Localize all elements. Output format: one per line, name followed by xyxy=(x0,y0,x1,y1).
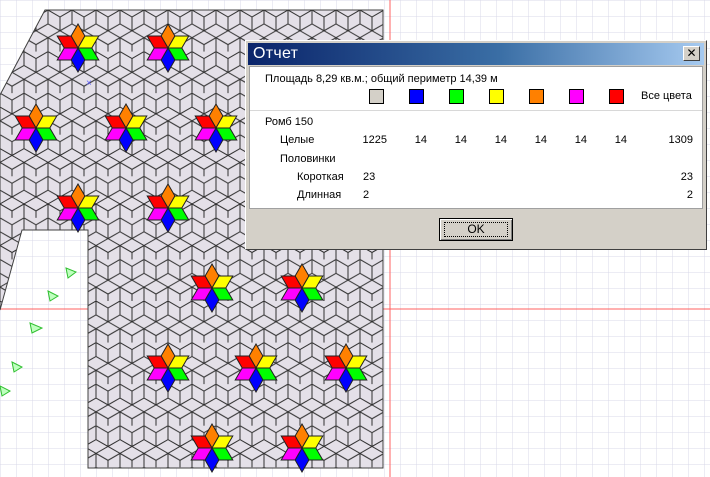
swatch-green xyxy=(449,89,464,104)
whole-value: 14 xyxy=(574,134,587,146)
tile-name: Ромб 150 xyxy=(265,116,314,128)
swatch-blue xyxy=(409,89,424,104)
whole-label: Целые xyxy=(280,134,315,146)
short-total: 23 xyxy=(680,171,693,183)
whole-value: 1225 xyxy=(362,134,387,146)
dialog-title: Отчет xyxy=(253,45,299,62)
report-panel: Площадь 8,29 кв.м.; общий периметр 14,39… xyxy=(249,66,703,209)
long-value: 2 xyxy=(363,189,370,201)
swatch-magenta xyxy=(569,89,584,104)
ok-button[interactable]: OK xyxy=(439,218,513,241)
whole-value: 14 xyxy=(494,134,507,146)
swatch-orange xyxy=(529,89,544,104)
halves-label: Половинки xyxy=(280,153,336,165)
short-value: 23 xyxy=(363,171,376,183)
swatch-yellow xyxy=(489,89,504,104)
ok-focus-ring xyxy=(444,222,508,237)
summary-text: Площадь 8,29 кв.м.; общий периметр 14,39… xyxy=(265,73,498,85)
dialog-titlebar[interactable]: Отчет ✕ xyxy=(248,43,704,65)
close-button[interactable]: ✕ xyxy=(683,46,700,61)
report-dialog: Отчет ✕ Площадь 8,29 кв.м.; общий периме… xyxy=(245,40,707,250)
whole-total: 1309 xyxy=(668,134,693,146)
swatch-red xyxy=(609,89,624,104)
whole-value: 14 xyxy=(454,134,467,146)
all-colors-label: Все цвета xyxy=(641,90,692,102)
divider xyxy=(250,110,702,111)
whole-value: 14 xyxy=(614,134,627,146)
short-label: Короткая xyxy=(297,171,344,183)
whole-value: 14 xyxy=(414,134,427,146)
whole-value: 14 xyxy=(534,134,547,146)
close-icon: ✕ xyxy=(686,46,697,60)
long-label: Длинная xyxy=(297,189,342,201)
swatch-gray xyxy=(369,89,384,104)
svg-text:×: × xyxy=(86,78,92,89)
long-total: 2 xyxy=(686,189,693,201)
